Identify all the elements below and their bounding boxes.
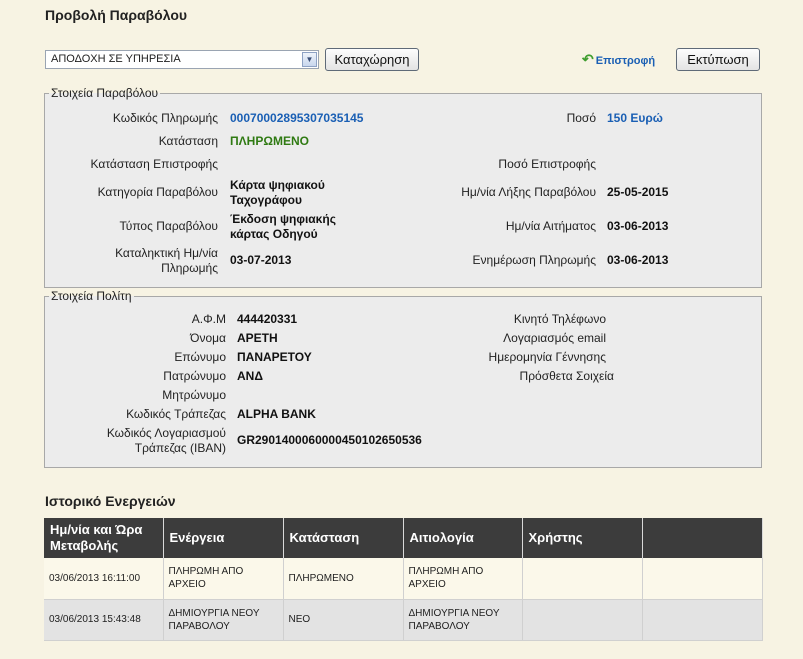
history-header-row: Ημ/νία και Ώρα Μεταβολής Ενέργεια Κατάστ… [44,518,763,558]
expiry-value: 25-05-2015 [607,185,669,199]
payment-update-label: Ενημέρωση Πληρωμής [472,253,596,267]
bank-code-value: ALPHA BANK [237,407,316,421]
print-button[interactable]: Εκτύπωση [676,48,760,71]
email-label: Λογαριασμός email [503,331,606,345]
extra-info-link[interactable]: Πρόσθετα Σοιχεία [430,369,614,384]
table-row: 03/06/2013 16:11:00 ΠΛΗΡΩΜΗ ΑΠΟ ΑΡΧΕΙΟ Π… [44,558,763,600]
cell-reason: ΔΗΜΙΟΥΡΓΙΑ ΝΕΟΥ ΠΑΡΑΒΟΛΟΥ [403,599,523,641]
mother-name-label: Μητρώνυμο [162,388,226,402]
iban-label: Κωδικός Λογαριασμού Τράπεζας (IBAN) [106,426,226,455]
birth-date-label: Ημερομηνία Γέννησης [488,350,606,364]
afm-label: Α.Φ.Μ [191,312,226,326]
back-label: Επιστροφή [595,55,656,67]
bank-code-label: Κωδικός Τράπεζας [126,407,226,421]
page-title: Προβολή Παραβόλου [45,7,188,23]
citizen-legend: Στοιχεία Πολίτη [51,289,132,303]
cell-extra [642,558,763,600]
expiry-label: Ημ/νία Λήξης Παραβόλου [461,185,596,199]
status-label: Κατάσταση [158,134,218,148]
category-label: Κατηγορία Παραβόλου [97,185,218,199]
history-title: Ιστορικό Ενεργειών [45,493,176,509]
first-name-label: Όνομα [190,331,226,345]
first-name-value: ΑΡΕΤΗ [237,331,278,345]
col-header-status: Κατάσταση [283,518,404,558]
col-header-action: Ενέργεια [163,518,284,558]
amount-label: Ποσό [566,111,596,125]
col-header-user: Χρήστης [522,518,643,558]
category-value: Κάρτα ψηφιακού Ταχογράφου [230,178,325,207]
cell-extra [642,599,763,641]
afm-value: 444420331 [237,312,298,326]
table-row: 03/06/2013 15:43:48 ΔΗΜΙΟΥΡΓΙΑ ΝΕΟΥ ΠΑΡΑ… [44,599,763,641]
refund-amount-label: Ποσό Επιστροφής [498,157,596,171]
father-name-label: Πατρώνυμο [163,369,226,383]
payment-update-value: 03-06-2013 [607,253,669,267]
history-table: Ημ/νία και Ώρα Μεταβολής Ενέργεια Κατάστ… [44,518,763,641]
payment-code-label: Κωδικός Πληρωμής [112,111,218,125]
col-header-extra [642,518,763,558]
cell-reason: ΠΛΗΡΩΜΗ ΑΠΟ ΑΡΧΕΙΟ [403,558,523,600]
submit-button[interactable]: Καταχώρηση [325,48,419,71]
refund-status-label: Κατάσταση Επιστροφής [90,157,218,171]
back-link[interactable]: ↶ Επιστροφή [582,51,655,68]
payment-code-value: 00070002895307035145 [230,111,364,125]
cell-datetime: 03/06/2013 15:43:48 [44,599,164,641]
status-select-value: ΑΠΟΔΟΧΗ ΣΕ ΥΠΗΡΕΣΙΑ [51,53,181,65]
fee-legend: Στοιχεία Παραβόλου [51,86,159,100]
cell-datetime: 03/06/2013 16:11:00 [44,558,164,600]
deadline-label: Καταληκτική Ημ/νία Πληρωμής [115,246,218,275]
back-arrow-icon: ↶ [582,51,594,67]
last-name-label: Επώνυμο [174,350,226,364]
request-date-label: Ημ/νία Αιτήματος [505,219,596,233]
cell-status: ΝΕΟ [283,599,404,641]
amount-value: 150 Ευρώ [607,111,663,125]
request-date-value: 03-06-2013 [607,219,669,233]
father-name-value: ΑΝΔ [237,369,263,383]
type-value: Έκδοση ψηφιακής κάρτας Οδηγού [230,212,336,241]
cell-user [522,558,643,600]
cell-action: ΠΛΗΡΩΜΗ ΑΠΟ ΑΡΧΕΙΟ [163,558,284,600]
col-header-reason: Αιτιολογία [403,518,523,558]
cell-user [522,599,643,641]
cell-action: ΔΗΜΙΟΥΡΓΙΑ ΝΕΟΥ ΠΑΡΑΒΟΛΟΥ [163,599,284,641]
col-header-datetime: Ημ/νία και Ώρα Μεταβολής [44,518,164,558]
type-label: Τύπος Παραβόλου [119,219,218,233]
iban-value: GR2901400060000450102650536 [237,433,422,447]
status-select[interactable]: ΑΠΟΔΟΧΗ ΣΕ ΥΠΗΡΕΣΙΑ ▼ [45,50,319,69]
deadline-value: 03-07-2013 [230,253,292,267]
cell-status: ΠΛΗΡΩΜΕΝΟ [283,558,404,600]
mobile-label: Κινητό Τηλέφωνο [513,312,606,326]
last-name-value: ΠΑΝΑΡΕΤΟΥ [237,350,312,364]
status-value: ΠΛΗΡΩΜΕΝΟ [230,134,309,148]
chevron-down-icon[interactable]: ▼ [302,52,317,67]
